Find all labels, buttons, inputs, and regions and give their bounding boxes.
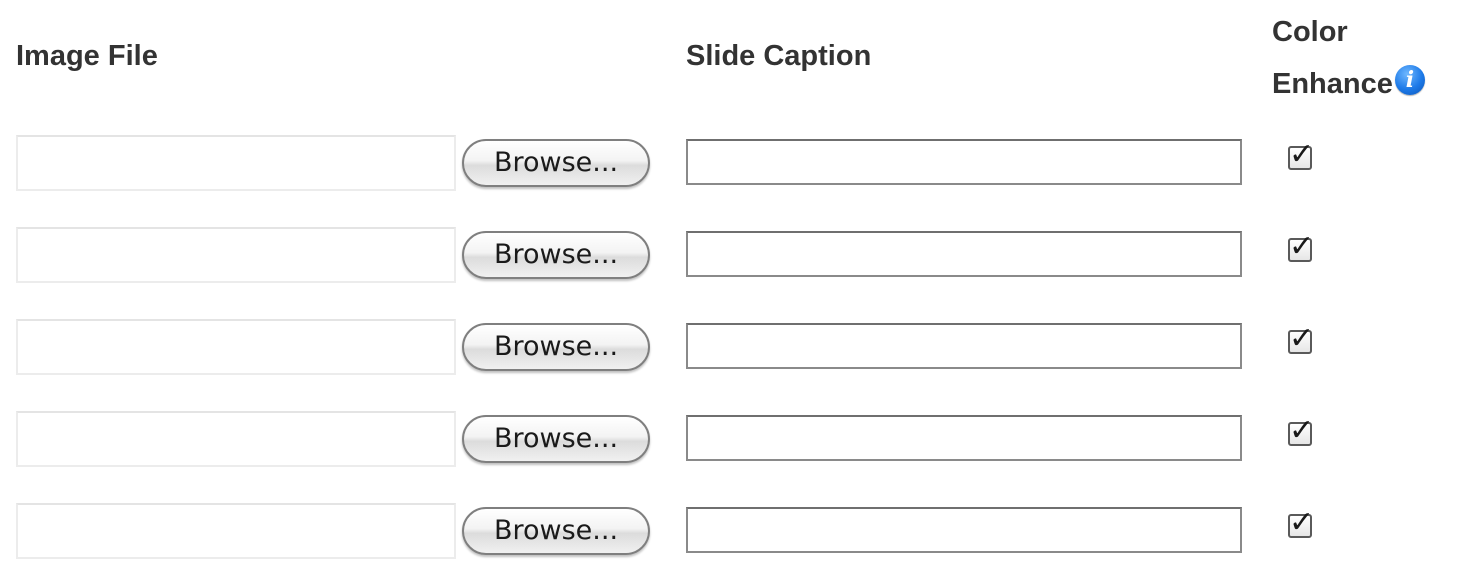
- upload-row-2: Browse... ✓: [0, 227, 1462, 287]
- file-path-field[interactable]: [16, 503, 456, 559]
- checkmark-icon: ✓: [1289, 137, 1315, 172]
- file-path-field[interactable]: [16, 319, 456, 375]
- color-enhance-header: Color Enhance i: [1272, 6, 1425, 110]
- file-path-field[interactable]: [16, 227, 456, 283]
- color-enhance-checkbox[interactable]: ✓: [1288, 506, 1314, 540]
- upload-row-5: Browse... ✓: [0, 503, 1462, 563]
- upload-row-3: Browse... ✓: [0, 319, 1462, 379]
- slide-caption-input[interactable]: [686, 139, 1242, 185]
- browse-button[interactable]: Browse...: [462, 323, 650, 371]
- color-enhance-header-line2-wrap: Enhance i: [1272, 58, 1425, 110]
- upload-row-4: Browse... ✓: [0, 411, 1462, 471]
- file-path-field[interactable]: [16, 411, 456, 467]
- browse-button[interactable]: Browse...: [462, 415, 650, 463]
- image-file-header: Image File: [16, 40, 158, 72]
- upload-row-1: Browse... ✓: [0, 135, 1462, 195]
- color-enhance-checkbox[interactable]: ✓: [1288, 138, 1314, 172]
- color-enhance-checkbox[interactable]: ✓: [1288, 414, 1314, 448]
- slide-caption-input[interactable]: [686, 231, 1242, 277]
- color-enhance-checkbox[interactable]: ✓: [1288, 230, 1314, 264]
- color-enhance-header-line1: Color: [1272, 16, 1348, 48]
- slide-caption-header: Slide Caption: [686, 40, 872, 72]
- checkmark-icon: ✓: [1289, 321, 1315, 356]
- file-path-field[interactable]: [16, 135, 456, 191]
- checkmark-icon: ✓: [1289, 229, 1315, 264]
- slide-caption-input[interactable]: [686, 507, 1242, 553]
- checkmark-icon: ✓: [1289, 505, 1315, 540]
- browse-button[interactable]: Browse...: [462, 139, 650, 187]
- slide-caption-input[interactable]: [686, 323, 1242, 369]
- browse-button[interactable]: Browse...: [462, 507, 650, 555]
- checkmark-icon: ✓: [1289, 413, 1315, 448]
- color-enhance-header-line2: Enhance: [1272, 68, 1393, 100]
- info-icon[interactable]: i: [1394, 65, 1425, 95]
- slide-caption-input[interactable]: [686, 415, 1242, 461]
- color-enhance-checkbox[interactable]: ✓: [1288, 322, 1314, 356]
- browse-button[interactable]: Browse...: [462, 231, 650, 279]
